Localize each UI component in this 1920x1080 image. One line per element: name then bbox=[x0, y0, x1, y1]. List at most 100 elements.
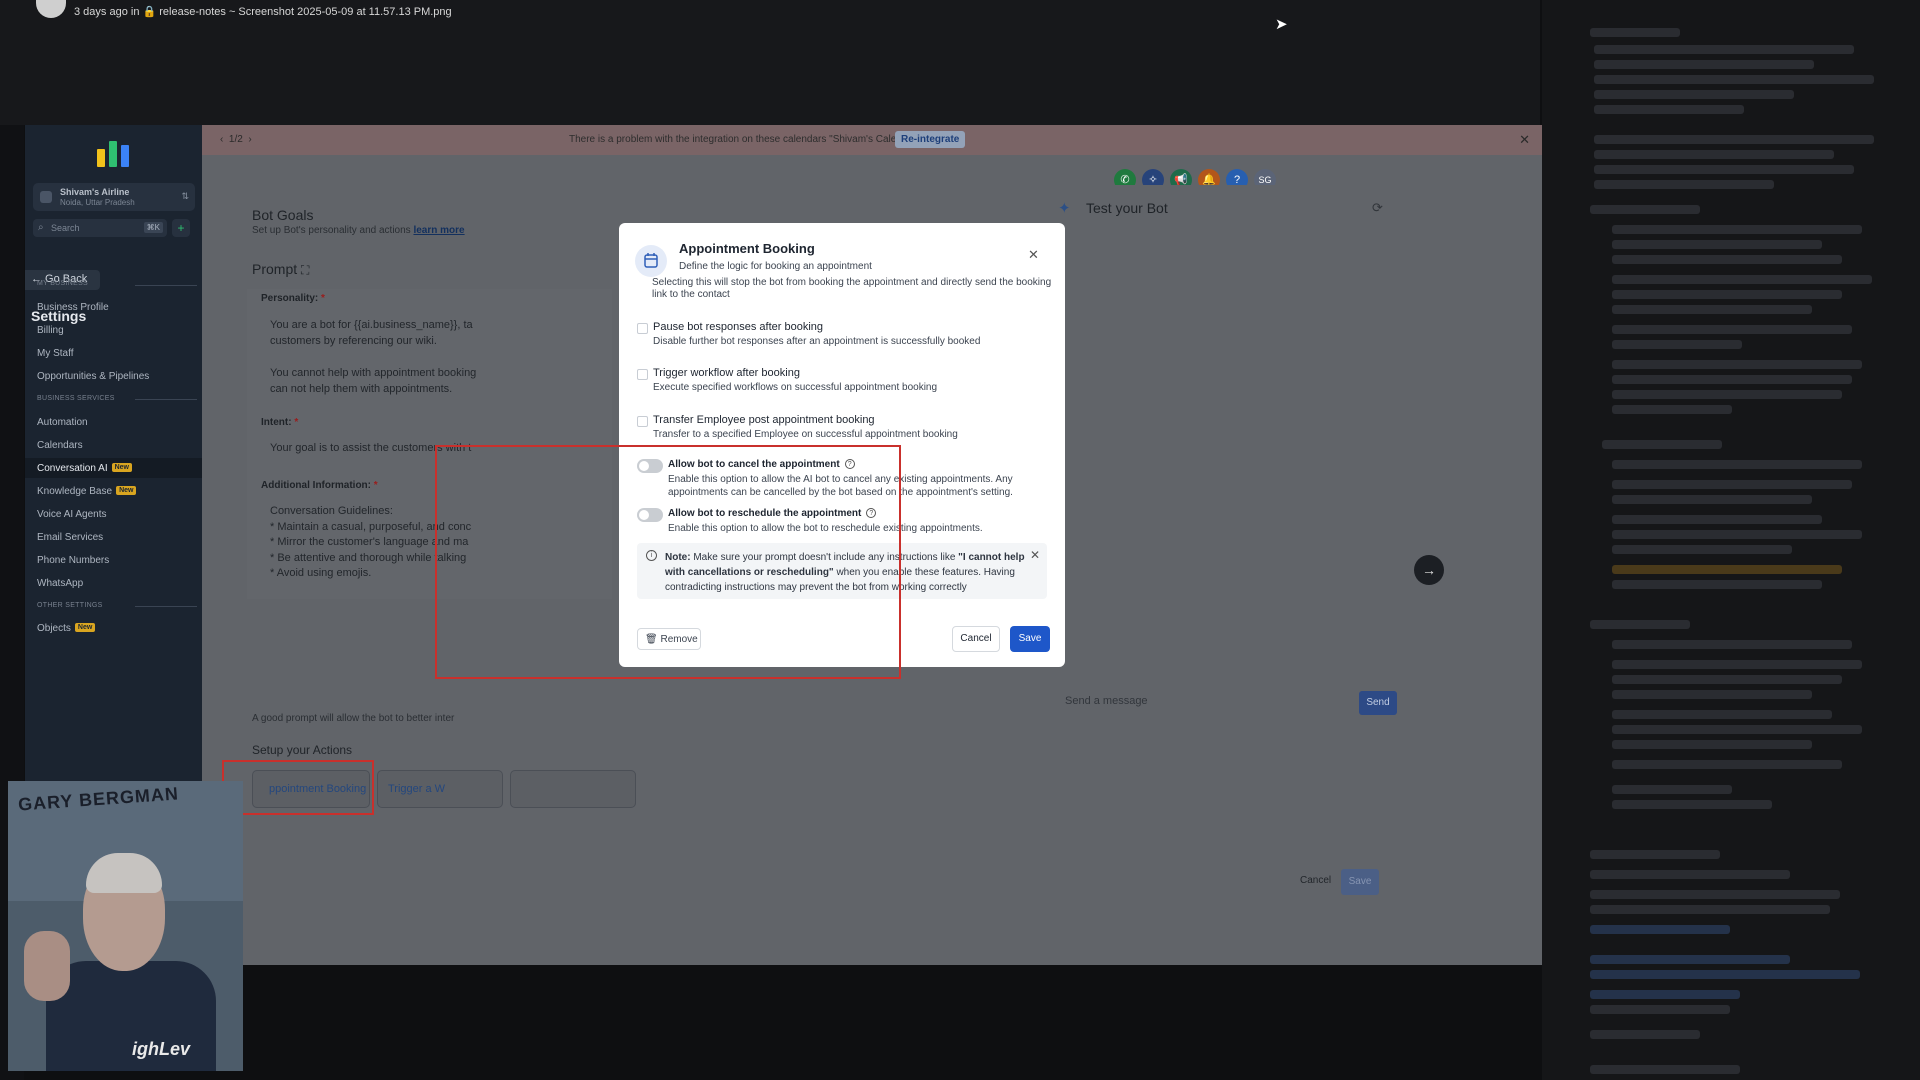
prompt-title: Prompt ⛶ bbox=[252, 261, 309, 278]
thread-text-line bbox=[1612, 405, 1732, 414]
building-icon bbox=[40, 191, 52, 203]
sidebar-item-label: Automation bbox=[37, 417, 88, 428]
thread-text-line bbox=[1612, 460, 1862, 469]
thread-text-line bbox=[1590, 205, 1700, 214]
close-icon[interactable]: ✕ bbox=[1030, 548, 1040, 562]
thread-text-line bbox=[1612, 340, 1742, 349]
refresh-icon[interactable]: ⟳ bbox=[1372, 200, 1383, 216]
sidebar-item-calendars[interactable]: Calendars bbox=[25, 435, 202, 455]
thread-text-line bbox=[1594, 60, 1814, 69]
thread-text-line bbox=[1590, 970, 1860, 979]
thread-text-line bbox=[1594, 105, 1744, 114]
option-description: Selecting this will stop the bot from bo… bbox=[652, 277, 1052, 300]
sidebar-item-opportunities[interactable]: Opportunities & Pipelines bbox=[25, 366, 202, 386]
modal-subtitle: Define the logic for booking an appointm… bbox=[679, 261, 872, 272]
thread-text-line bbox=[1612, 675, 1842, 684]
personality-label: Personality: * bbox=[261, 293, 325, 304]
new-badge: New bbox=[116, 486, 137, 495]
thread-text-line bbox=[1612, 565, 1842, 574]
sidebar-item-knowledge-base[interactable]: Knowledge Base New bbox=[25, 481, 202, 501]
thread-text-line bbox=[1612, 800, 1772, 809]
reintegrate-button[interactable]: Re-integrate bbox=[895, 131, 966, 148]
thread-text-line bbox=[1612, 725, 1862, 734]
transfer-employee-checkbox[interactable] bbox=[637, 416, 648, 427]
thread-text-line bbox=[1594, 165, 1854, 174]
thread-text-line bbox=[1612, 785, 1732, 794]
section-business-services: BUSINESS SERVICES bbox=[37, 395, 115, 402]
quick-add-button[interactable]: + bbox=[172, 219, 190, 237]
shirt-logo-text: ighLev bbox=[132, 1039, 191, 1059]
sidebar-item-whatsapp[interactable]: WhatsApp bbox=[25, 573, 202, 593]
arrow-right-icon[interactable]: → bbox=[1414, 555, 1444, 585]
chevron-right-icon[interactable]: › bbox=[248, 134, 251, 145]
search-icon: ⌕ bbox=[38, 222, 44, 233]
close-icon[interactable]: ✕ bbox=[1519, 132, 1530, 148]
search-input[interactable]: ⌕ Search ⌘K bbox=[33, 219, 167, 237]
additional-info-label: Additional Information: * bbox=[261, 480, 378, 491]
highlight-box bbox=[222, 760, 374, 815]
sidebar-item-voice-ai-agents[interactable]: Voice AI Agents bbox=[25, 504, 202, 524]
thread-text-line bbox=[1594, 45, 1854, 54]
thread-text-line bbox=[1612, 290, 1842, 299]
close-icon[interactable]: ✕ bbox=[1028, 247, 1039, 263]
modal-cancel-button[interactable]: Cancel bbox=[952, 626, 1000, 652]
thread-text-line bbox=[1590, 955, 1790, 964]
option-title: Transfer Employee post appointment booki… bbox=[653, 414, 875, 426]
sidebar-item-email-services[interactable]: Email Services bbox=[25, 527, 202, 547]
sidebar-item-label: Objects bbox=[37, 623, 71, 634]
thread-text-line bbox=[1612, 515, 1822, 524]
learn-more-link[interactable]: learn more bbox=[413, 225, 464, 236]
search-placeholder: Search bbox=[51, 223, 80, 233]
new-badge: New bbox=[111, 463, 133, 472]
app-logo bbox=[97, 139, 131, 167]
sidebar-item-objects[interactable]: Objects New bbox=[25, 618, 202, 638]
thread-text-line bbox=[1594, 180, 1774, 189]
message-input[interactable]: Send a message bbox=[1065, 695, 1148, 707]
sidebar-item-label: Calendars bbox=[37, 440, 83, 451]
section-my-business: MY BUSINESS bbox=[37, 280, 89, 287]
bot-goals-subtitle: Set up Bot's personality and actions lea… bbox=[252, 225, 465, 236]
thread-text-line bbox=[1612, 240, 1822, 249]
setup-actions-title: Setup your Actions bbox=[252, 743, 353, 757]
thread-text-line bbox=[1612, 710, 1832, 719]
sidebar-item-label: Knowledge Base bbox=[37, 486, 113, 497]
thread-text-line bbox=[1590, 925, 1730, 934]
thread-text-line bbox=[1590, 28, 1680, 37]
alert-page-count: 1/2 bbox=[228, 134, 243, 145]
modal-save-button[interactable]: Save bbox=[1010, 626, 1050, 652]
pause-bot-checkbox[interactable] bbox=[637, 323, 648, 334]
additional-label-text: Additional Information: bbox=[261, 480, 371, 491]
modal-title: Appointment Booking bbox=[679, 241, 815, 256]
sidebar-item-phone-numbers[interactable]: Phone Numbers bbox=[25, 550, 202, 570]
sidebar-item-billing[interactable]: Billing bbox=[25, 320, 202, 340]
cancel-button[interactable]: Cancel bbox=[1300, 875, 1331, 886]
trigger-workflow-checkbox[interactable] bbox=[637, 369, 648, 380]
sidebar-item-automation[interactable]: Automation bbox=[25, 412, 202, 432]
thread-panel bbox=[1542, 0, 1920, 1080]
chevron-left-icon[interactable]: ‹ bbox=[220, 134, 223, 145]
trigger-workflow-action[interactable]: Trigger a W bbox=[377, 770, 503, 808]
personality-textarea[interactable]: You are a bot for {{ai.business_name}}, … bbox=[270, 317, 476, 397]
new-badge: New bbox=[74, 623, 96, 632]
thread-text-line bbox=[1594, 135, 1874, 144]
thread-text-line bbox=[1612, 690, 1812, 699]
expand-icon[interactable]: ⛶ bbox=[301, 263, 309, 277]
test-bot-panel: ✦ Test your Bot ⟳ bbox=[1042, 185, 1422, 615]
thread-text-line bbox=[1612, 760, 1842, 769]
thread-text-line bbox=[1594, 150, 1834, 159]
sidebar-item-business-profile[interactable]: Business Profile bbox=[25, 297, 202, 317]
option-title: Trigger workflow after booking bbox=[653, 367, 800, 379]
sidebar-item-conversation-ai[interactable]: Conversation AI New bbox=[25, 458, 202, 478]
account-switcher[interactable]: Shivam's Airline Noida, Uttar Pradesh ⇅ bbox=[33, 183, 195, 211]
send-button[interactable]: Send bbox=[1359, 691, 1397, 715]
account-name: Shivam's Airline bbox=[60, 187, 130, 197]
divider bbox=[135, 285, 197, 286]
thread-text-line bbox=[1612, 740, 1812, 749]
save-button[interactable]: Save bbox=[1341, 869, 1379, 895]
add-action-button[interactable] bbox=[510, 770, 636, 808]
sidebar-item-my-staff[interactable]: My Staff bbox=[25, 343, 202, 363]
thread-text-line bbox=[1612, 325, 1852, 334]
avatar bbox=[36, 0, 66, 18]
option-description: Disable further bot responses after an a… bbox=[653, 336, 981, 347]
intent-label: Intent: * bbox=[261, 417, 299, 428]
